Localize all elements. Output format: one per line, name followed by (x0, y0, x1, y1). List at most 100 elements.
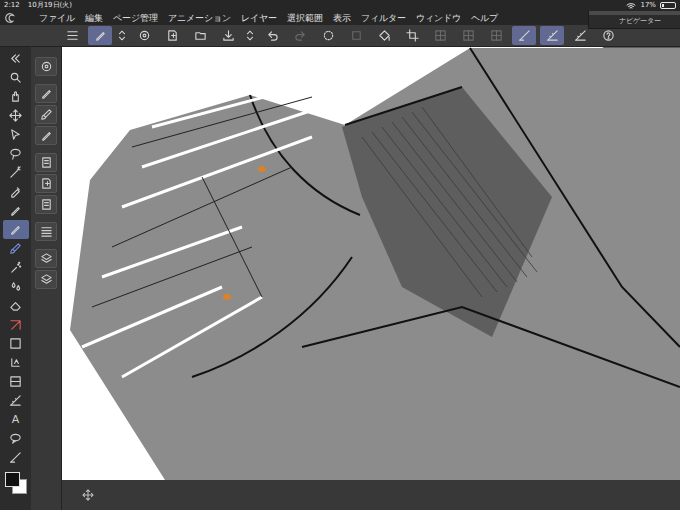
bottom-bar (62, 480, 680, 510)
clock-time: 2:12 (4, 0, 20, 11)
canvas[interactable] (62, 47, 680, 480)
menu-item[interactable]: ファイル (36, 11, 78, 25)
toolbar-button[interactable] (344, 26, 368, 45)
menu-item[interactable]: アニメーション (165, 11, 234, 25)
sub-tool-button[interactable] (35, 57, 57, 76)
brush-icon (40, 108, 53, 121)
tool-button[interactable] (3, 106, 29, 125)
tool-button[interactable] (3, 182, 29, 201)
toolbar-button[interactable] (316, 26, 340, 45)
tool-button[interactable] (3, 201, 29, 220)
navigation-icon[interactable] (82, 489, 94, 501)
page-icon (40, 177, 53, 190)
tool-button[interactable] (3, 258, 29, 277)
tool-button[interactable] (3, 372, 29, 391)
pen-icon (9, 223, 22, 236)
navigator-grip[interactable] (589, 11, 680, 15)
sub-tool-button[interactable] (35, 126, 57, 145)
list-icon (40, 225, 53, 238)
toolbar-button[interactable] (88, 26, 112, 45)
chev-icon (9, 52, 22, 65)
status-right: 17% (626, 0, 676, 11)
tool-button[interactable] (3, 334, 29, 353)
save-icon (222, 29, 235, 42)
sub-tool-button[interactable] (35, 195, 57, 214)
sub-tool-button[interactable] (35, 84, 57, 103)
tool-button[interactable] (3, 315, 29, 334)
toolbar (0, 25, 680, 47)
tool-button[interactable] (3, 220, 29, 239)
toolbar-button[interactable] (160, 26, 184, 45)
grid-icon (462, 29, 475, 42)
main-area: A (0, 47, 680, 510)
main-color-swatch[interactable] (5, 472, 20, 487)
tool-button[interactable] (3, 448, 29, 467)
battery-text: 17% (640, 0, 656, 11)
tool-button[interactable] (3, 239, 29, 258)
toolbar-button[interactable] (260, 26, 284, 45)
pen-icon (40, 87, 53, 100)
pen-icon (94, 29, 107, 42)
grid-icon (490, 29, 503, 42)
sub-tool-button[interactable] (35, 174, 57, 193)
grid-icon (434, 29, 447, 42)
menu-item[interactable]: 編集 (82, 11, 106, 25)
tool-button[interactable] (3, 87, 29, 106)
menu-item[interactable]: ヘルプ (468, 11, 501, 25)
sub-tool-button[interactable] (35, 249, 57, 268)
eraser-icon (9, 299, 22, 312)
ruler-icon (9, 394, 22, 407)
toolbar-button[interactable] (216, 26, 240, 45)
toolbar-button[interactable] (244, 26, 256, 45)
toolbar-button[interactable] (132, 26, 156, 45)
sub-tool-button[interactable] (35, 153, 57, 172)
tool-button[interactable] (3, 163, 29, 182)
tool-button[interactable] (3, 391, 29, 410)
menu-item[interactable]: 表示 (330, 11, 354, 25)
sub-tool-button[interactable] (35, 222, 57, 241)
layers-icon (40, 252, 53, 265)
toolbar-button[interactable] (288, 26, 312, 45)
bucket-icon (378, 29, 391, 42)
tool-button[interactable] (3, 429, 29, 448)
tool-button[interactable] (3, 353, 29, 372)
menu-item[interactable]: ウィンドウ (413, 11, 464, 25)
line-icon (9, 451, 22, 464)
battery-icon (660, 2, 676, 9)
toolbar-button[interactable] (188, 26, 212, 45)
move-icon (82, 489, 94, 501)
tool-button[interactable] (3, 277, 29, 296)
tool-button[interactable] (3, 296, 29, 315)
help-icon (602, 29, 615, 42)
toolbar-button[interactable] (428, 26, 452, 45)
toolbar-button[interactable] (540, 26, 564, 45)
tool-button[interactable]: A (3, 410, 29, 429)
menu-item[interactable]: 選択範囲 (284, 11, 326, 25)
toolbar-button[interactable] (400, 26, 424, 45)
sub-tool-button[interactable] (35, 270, 57, 289)
menu-item[interactable]: レイヤー (238, 11, 280, 25)
status-bar: 2:1210月19日(火) 17% (0, 0, 680, 11)
tool-button[interactable] (3, 49, 29, 68)
status-left: 2:1210月19日(火) (4, 0, 72, 11)
tool-button[interactable] (3, 144, 29, 163)
folder-icon (194, 29, 207, 42)
tool-button[interactable] (3, 125, 29, 144)
toolbar-button[interactable] (456, 26, 480, 45)
menu-item[interactable]: ページ管理 (110, 11, 161, 25)
zoom-icon (9, 71, 22, 84)
tool-button[interactable] (3, 68, 29, 87)
toolbar-button[interactable] (484, 26, 508, 45)
app-logo-icon[interactable] (4, 12, 16, 24)
toolbar-button[interactable] (116, 26, 128, 45)
toolbar-button[interactable] (60, 26, 84, 45)
frame-icon (9, 375, 22, 388)
toolbar-button[interactable] (512, 26, 536, 45)
artwork-canvas[interactable] (62, 47, 680, 480)
toolbar-button[interactable] (372, 26, 396, 45)
wand-icon (9, 166, 22, 179)
sub-tool-button[interactable] (35, 105, 57, 124)
color-swatches[interactable] (4, 471, 28, 497)
navigator-panel[interactable]: ナビゲーター (588, 11, 680, 29)
menu-item[interactable]: フィルター (358, 11, 409, 25)
